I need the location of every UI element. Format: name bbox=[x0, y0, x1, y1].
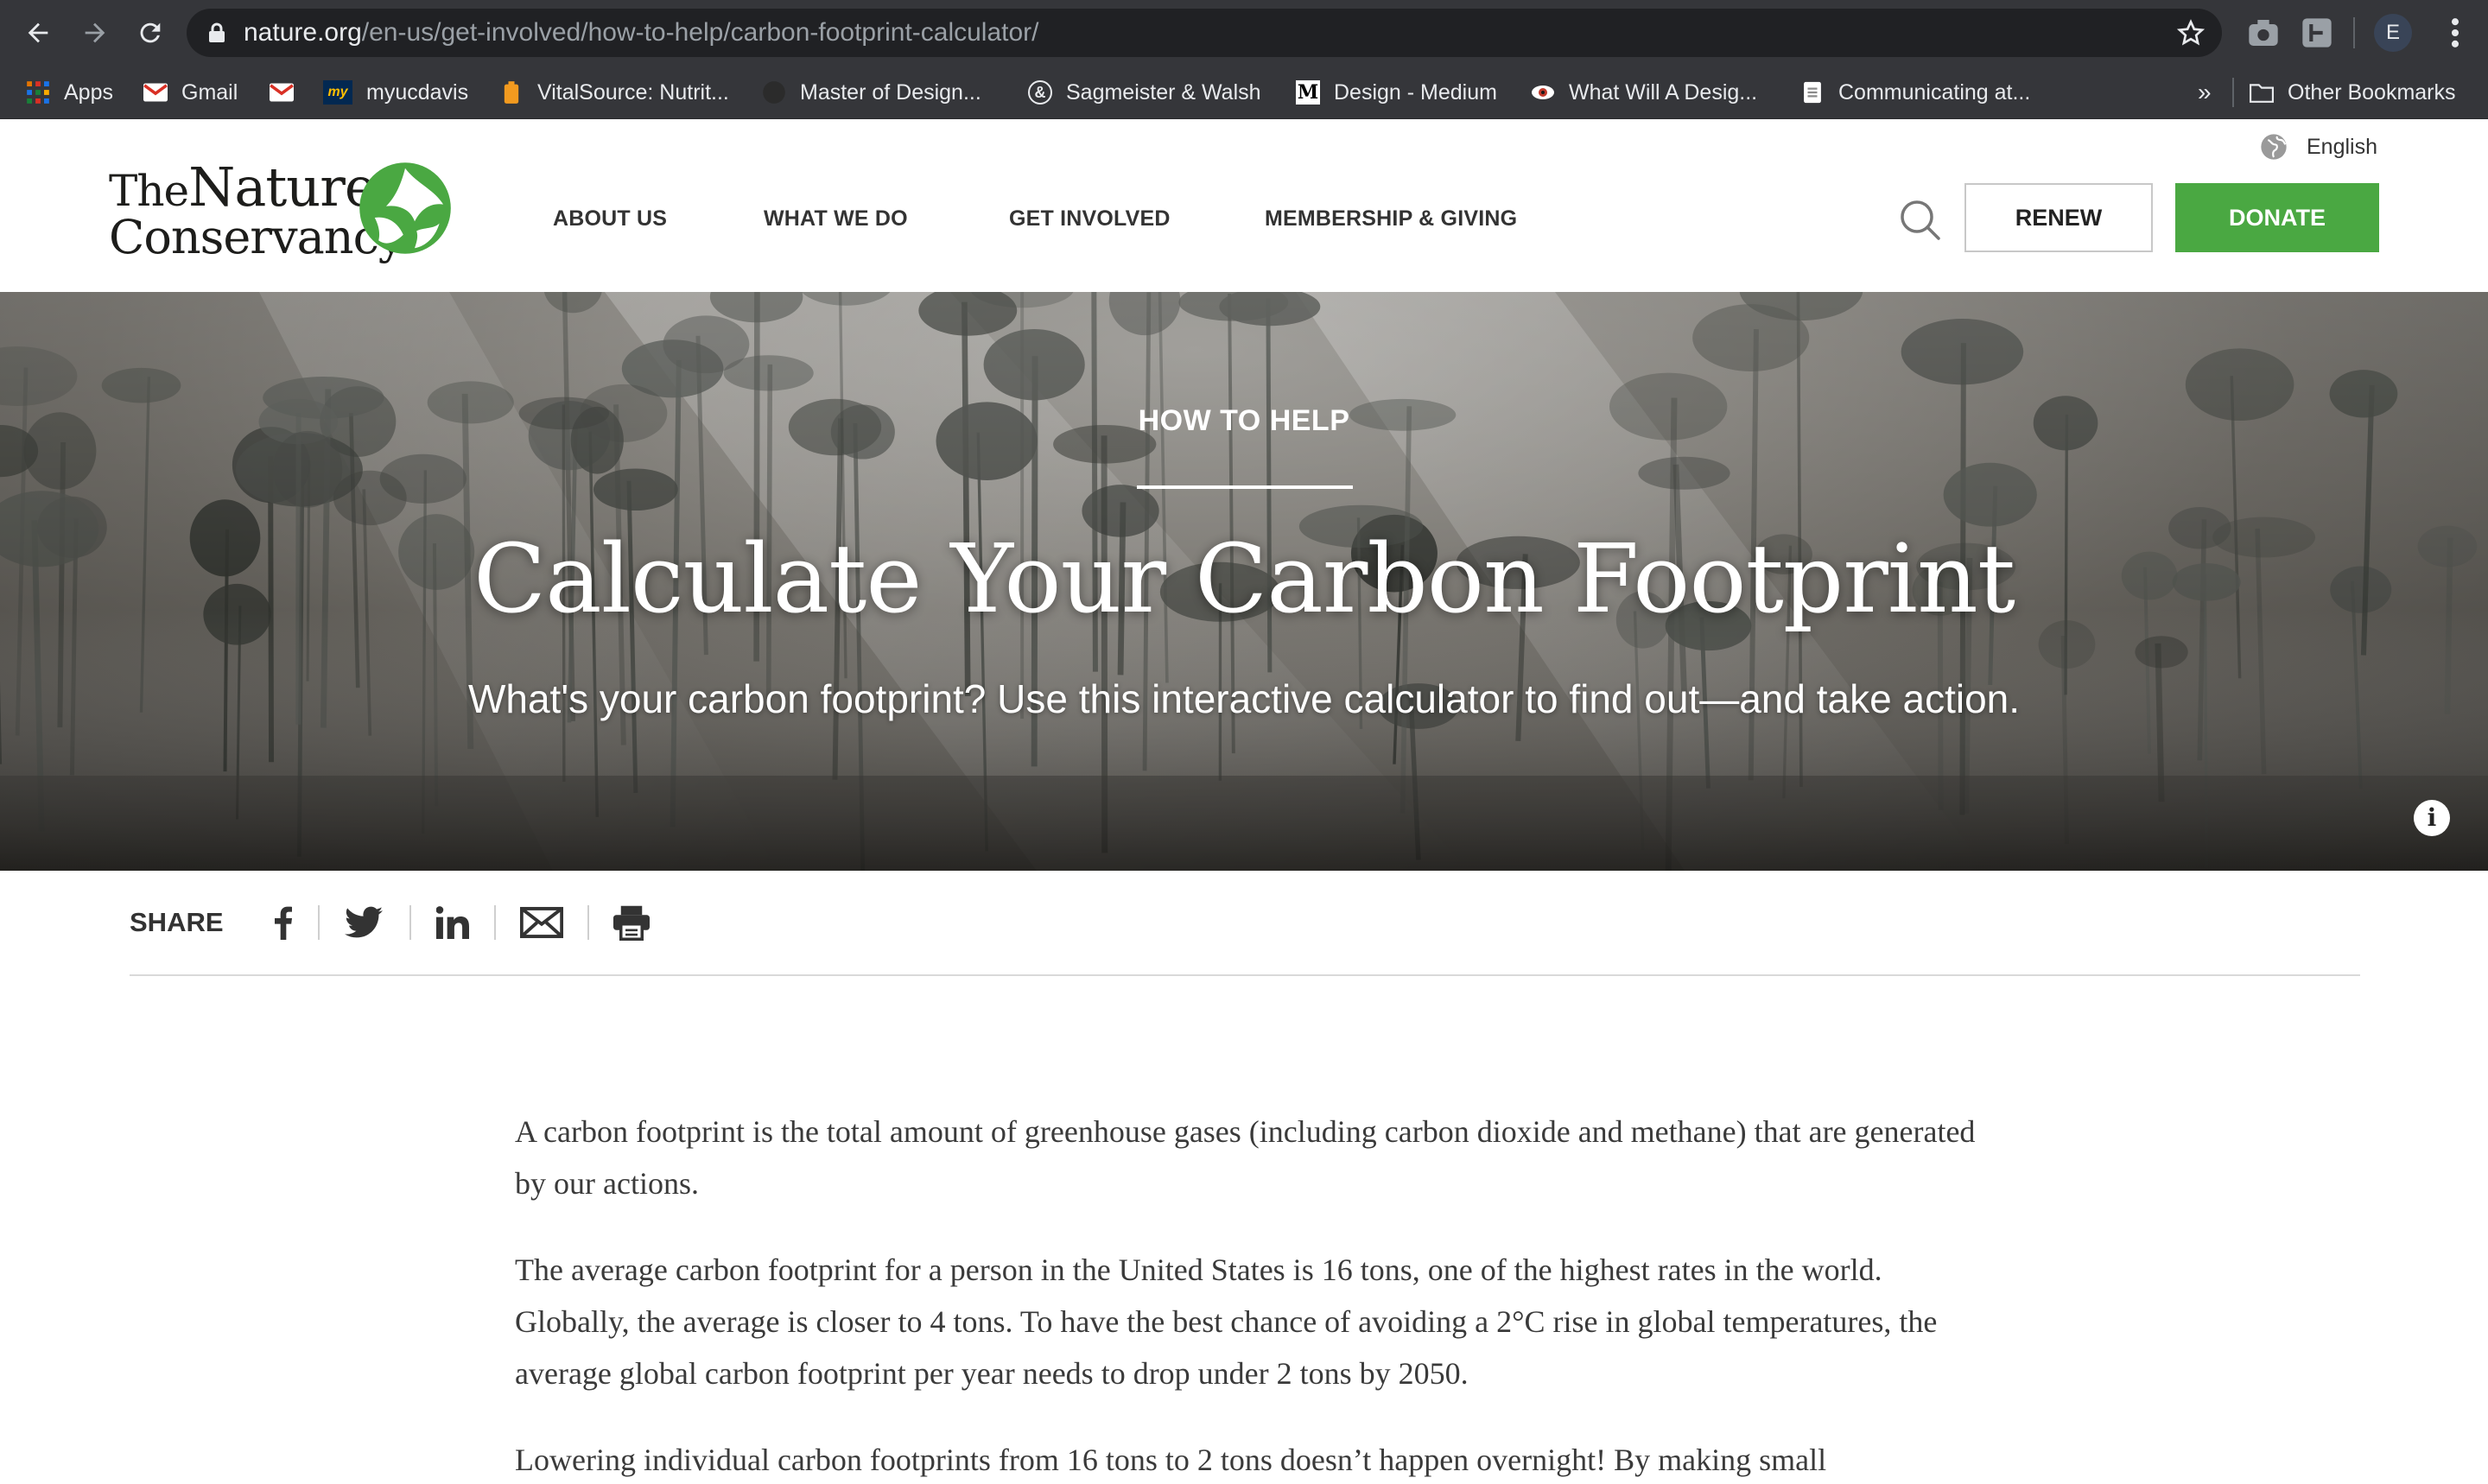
share-separator bbox=[409, 905, 411, 940]
bookmark-label: myucdavis bbox=[366, 79, 469, 105]
globe-icon bbox=[2261, 134, 2287, 160]
nav-about-us[interactable]: ABOUT US bbox=[553, 204, 667, 233]
twitter-icon bbox=[345, 906, 383, 938]
nav-get-involved[interactable]: GET INVOLVED bbox=[1009, 204, 1171, 233]
bookmark-gmail-2[interactable] bbox=[270, 66, 308, 119]
medium-icon: M bbox=[1296, 80, 1320, 105]
share-twitter-button[interactable] bbox=[344, 902, 384, 943]
facebook-icon bbox=[275, 906, 292, 940]
arrow-left-icon bbox=[28, 22, 48, 43]
url-domain: nature.org bbox=[244, 18, 362, 47]
bookmarks-overflow[interactable]: » bbox=[2198, 66, 2212, 119]
bookmark-design-medium[interactable]: M Design - Medium bbox=[1296, 66, 1497, 119]
address-bar[interactable]: nature.org/en-us/get-involved/how-to-hel… bbox=[187, 9, 2222, 57]
share-linkedin-button[interactable] bbox=[435, 902, 470, 943]
share-bar: SHARE bbox=[0, 871, 2488, 976]
gmail-icon bbox=[143, 80, 168, 105]
folder-icon bbox=[2250, 80, 2274, 105]
apps-grid-icon bbox=[26, 80, 50, 105]
hero-banner: HOW TO HELP Calculate Your Carbon Footpr… bbox=[0, 292, 2488, 871]
article-paragraph: A carbon footprint is the total amount o… bbox=[515, 1114, 1976, 1201]
arrow-right-icon bbox=[85, 22, 105, 43]
reload-icon bbox=[140, 22, 161, 43]
bookmark-label: Master of Design... bbox=[800, 79, 981, 105]
search-icon[interactable] bbox=[1899, 199, 1942, 242]
doc-icon bbox=[1800, 80, 1825, 105]
browser-toolbar: nature.org/en-us/get-involved/how-to-hel… bbox=[0, 0, 2488, 66]
camera-extension-icon[interactable] bbox=[2246, 16, 2281, 50]
bookmark-label: Other Bookmarks bbox=[2288, 79, 2456, 105]
bookmark-sagmeister[interactable]: & Sagmeister & Walsh bbox=[1028, 66, 1261, 119]
share-label: SHARE bbox=[130, 907, 224, 937]
bookmark-star-icon[interactable] bbox=[2177, 19, 2205, 47]
forward-button[interactable] bbox=[73, 10, 117, 55]
article-body: A carbon footprint is the total amount o… bbox=[515, 1106, 1983, 1484]
linkedin-icon bbox=[436, 906, 469, 939]
bookmark-label: Communicating at... bbox=[1838, 79, 2031, 105]
article-paragraph: Lowering individual carbon footprints fr… bbox=[515, 1443, 1827, 1477]
hero-eyebrow[interactable]: HOW TO HELP bbox=[0, 404, 2488, 438]
share-print-button[interactable] bbox=[613, 902, 650, 943]
url-path: /en-us/get-involved/how-to-help/carbon-f… bbox=[361, 18, 1039, 47]
lock-icon bbox=[209, 22, 225, 42]
bookmark-label: Apps bbox=[64, 79, 113, 105]
gmail-icon bbox=[270, 80, 294, 105]
bookmark-apps[interactable]: Apps bbox=[26, 66, 113, 119]
bookmarks-separator bbox=[2232, 78, 2234, 107]
bookmark-label: Design - Medium bbox=[1334, 79, 1497, 105]
share-email-button[interactable] bbox=[520, 902, 563, 943]
back-button[interactable] bbox=[16, 10, 60, 55]
leaf-globe-icon bbox=[359, 162, 451, 254]
sagmeister-icon: & bbox=[1028, 80, 1052, 105]
bookmarks-bar: Apps Gmail my myucdavis VitalSource: Nut… bbox=[0, 66, 2488, 119]
share-divider bbox=[130, 974, 2360, 976]
info-icon[interactable]: i bbox=[2414, 800, 2450, 836]
bookmark-label: What Will A Desig... bbox=[1569, 79, 1758, 105]
share-facebook-button[interactable] bbox=[273, 902, 294, 943]
share-separator bbox=[494, 905, 496, 940]
nature-conservancy-logo[interactable]: TheNature Conservancy bbox=[109, 161, 454, 263]
email-icon bbox=[520, 906, 563, 939]
other-bookmarks[interactable]: Other Bookmarks bbox=[2250, 66, 2456, 119]
share-separator bbox=[318, 905, 320, 940]
language-label: English bbox=[2307, 134, 2377, 159]
renew-button[interactable]: RENEW bbox=[1964, 183, 2153, 252]
logo-the: The bbox=[109, 166, 189, 216]
hero-subtitle: What's your carbon footprint? Use this i… bbox=[467, 676, 2021, 721]
url-text: nature.org/en-us/get-involved/how-to-hel… bbox=[244, 9, 1039, 57]
profile-avatar[interactable]: E bbox=[2374, 14, 2412, 52]
bookmark-communicating[interactable]: Communicating at... bbox=[1800, 66, 2030, 119]
bookmark-gmail[interactable]: Gmail bbox=[143, 66, 238, 119]
language-switcher[interactable]: English bbox=[2260, 131, 2377, 162]
share-separator bbox=[587, 905, 589, 940]
myucdavis-icon: my bbox=[323, 80, 352, 105]
bookmark-master-of-design[interactable]: Master of Design... bbox=[762, 66, 981, 119]
eye-icon bbox=[1531, 80, 1555, 105]
bookmark-label: Gmail bbox=[181, 79, 238, 105]
print-icon bbox=[613, 905, 650, 941]
bookmark-label: VitalSource: Nutrit... bbox=[537, 79, 729, 105]
bookmark-label: Sagmeister & Walsh bbox=[1066, 79, 1261, 105]
bookmark-vitalsource[interactable]: VitalSource: Nutrit... bbox=[499, 66, 729, 119]
reload-button[interactable] bbox=[128, 10, 173, 55]
nav-membership-giving[interactable]: MEMBERSHIP & GIVING bbox=[1265, 204, 1517, 233]
donate-button[interactable]: DONATE bbox=[2175, 183, 2379, 252]
page-title: Calculate Your Carbon Footprint bbox=[473, 523, 2015, 634]
more-menu-icon[interactable] bbox=[2438, 14, 2472, 52]
bookmark-what-will[interactable]: What Will A Desig... bbox=[1531, 66, 1757, 119]
vitalsource-icon bbox=[499, 80, 524, 105]
extension-icon[interactable] bbox=[2300, 16, 2334, 50]
site-icon bbox=[762, 80, 786, 105]
toolbar-separator bbox=[2353, 17, 2355, 48]
article-paragraph: The average carbon footprint for a perso… bbox=[515, 1253, 1938, 1391]
hero-divider bbox=[1137, 485, 1353, 489]
bookmark-myucdavis[interactable]: my myucdavis bbox=[323, 66, 468, 119]
nav-what-we-do[interactable]: WHAT WE DO bbox=[764, 204, 908, 233]
